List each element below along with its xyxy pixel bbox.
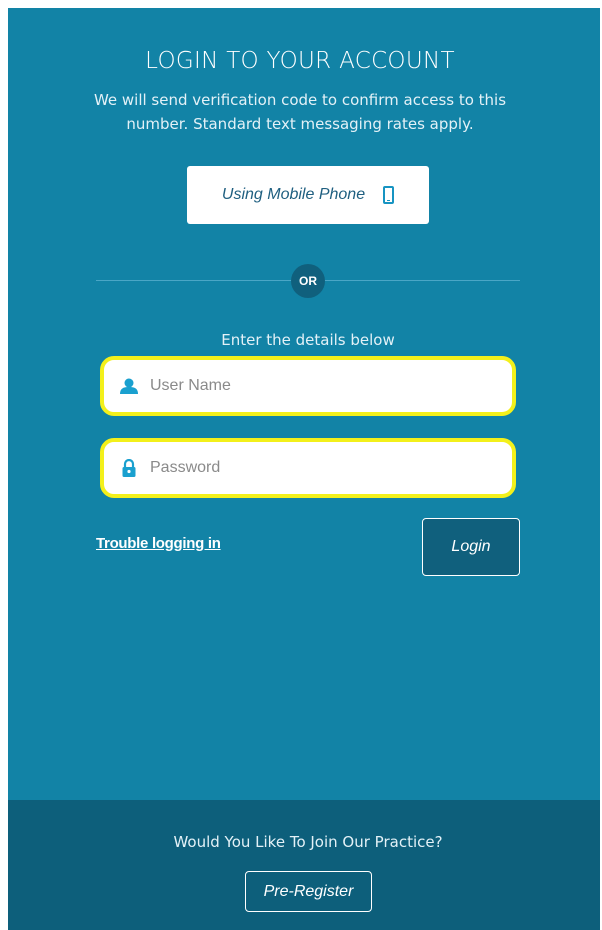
pre-register-button[interactable]: Pre-Register <box>245 871 372 912</box>
password-input[interactable] <box>150 442 512 494</box>
user-icon <box>108 378 150 394</box>
footer: Would You Like To Join Our Practice? Pre… <box>8 800 600 930</box>
enter-details-label: Enter the details below <box>221 331 395 349</box>
login-button[interactable]: Login <box>422 518 520 576</box>
verification-notice: We will send verification code to confir… <box>93 91 507 133</box>
trouble-logging-in-link[interactable]: Trouble logging in <box>96 535 221 552</box>
mobile-phone-icon <box>383 186 395 204</box>
mobile-button-label: Using Mobile Phone <box>221 186 366 203</box>
join-practice-text: Would You Like To Join Our Practice? <box>173 833 443 851</box>
page-title: LOGIN TO YOUR ACCOUNT <box>145 48 455 74</box>
password-field[interactable] <box>100 438 516 498</box>
username-input[interactable] <box>150 360 512 412</box>
lock-icon <box>108 459 150 477</box>
using-mobile-phone-button[interactable]: Using Mobile Phone <box>187 166 429 224</box>
username-field[interactable] <box>100 356 516 416</box>
or-badge: OR <box>291 264 325 298</box>
